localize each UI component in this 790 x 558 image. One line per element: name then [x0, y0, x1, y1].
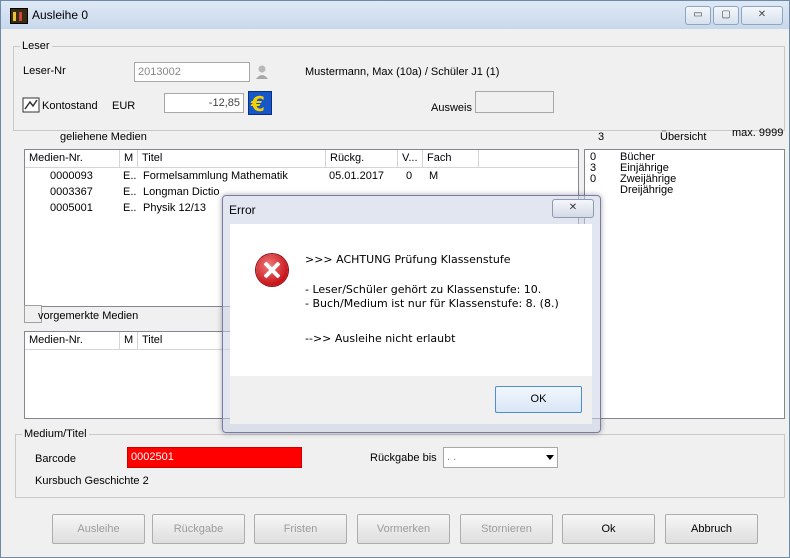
maximize-button[interactable]: ▢ — [713, 6, 739, 25]
ok-button[interactable]: Ok — [562, 514, 655, 544]
uebersicht-list[interactable]: 0 Bücher 3 Einjährige 0 Zweijährige Dreijäh… — [584, 149, 785, 419]
col-m[interactable]: M — [120, 150, 138, 167]
vorgemerkte-medien-label: vorgemerkte Medien — [38, 310, 139, 322]
window-title: Ausleihe 0 — [32, 8, 89, 22]
rueckgabe-bis-label: Rückgabe bis — [370, 452, 437, 464]
dialog-ok-button[interactable]: OK — [495, 386, 582, 413]
vormerken-button[interactable]: Vormerken — [357, 514, 450, 544]
dialog-close-button[interactable]: ✕ — [552, 199, 594, 218]
balance-field: -12,85 — [164, 93, 244, 113]
stornieren-button[interactable]: Stornieren — [460, 514, 553, 544]
row-m: E.. — [123, 170, 137, 182]
col-m[interactable]: M — [120, 332, 138, 349]
row-nr: 0000093 — [50, 170, 93, 182]
col-medien-nr[interactable]: Medien-Nr. — [25, 332, 120, 349]
ausleihe-button[interactable]: Ausleihe — [52, 514, 145, 544]
col-v[interactable]: V... — [398, 150, 423, 167]
rueckgabe-button[interactable]: Rückgabe — [152, 514, 245, 544]
leser-nr-label: Leser-Nr — [23, 65, 66, 77]
chevron-down-icon — [546, 451, 554, 465]
svg-text:€: € — [250, 92, 265, 114]
euro-icon[interactable]: € — [248, 91, 272, 116]
max-label: max. 9999 — [732, 127, 784, 139]
error-line-2: - Leser/Schüler gehört zu Klassenstufe: … — [305, 283, 542, 296]
count: 0 — [590, 173, 597, 185]
error-line-3: - Buch/Medium ist nur für Klassenstufe: … — [305, 297, 559, 310]
label: Dreijährige — [620, 184, 674, 196]
fristen-button[interactable]: Fristen — [254, 514, 347, 544]
error-dialog-footer: OK — [230, 376, 592, 424]
kontostand-icon[interactable] — [22, 97, 40, 113]
uebersicht-label: Übersicht — [660, 131, 707, 143]
title-bar[interactable]: Ausleihe 0 ▭ ▢ ✕ — [1, 1, 789, 29]
barcode-field[interactable]: 0002501 — [127, 447, 302, 468]
abbruch-button[interactable]: Abbruch — [665, 514, 758, 544]
rueckgabe-bis-value: . . — [447, 451, 457, 463]
row-nr: 0003367 — [50, 186, 93, 198]
ausweis-field[interactable] — [475, 91, 554, 113]
barcode-label: Barcode — [35, 453, 76, 465]
minimize-button[interactable]: ▭ — [685, 6, 711, 25]
person-search-icon[interactable] — [254, 64, 270, 80]
row-v: 0 — [406, 170, 413, 182]
error-line-1: >>> ACHTUNG Prüfung Klassenstufe — [305, 253, 511, 266]
row-fach: M — [429, 170, 439, 182]
geliehene-header: Medien-Nr. M Titel Rückg. V... Fach — [25, 150, 578, 168]
medium-group-label: Medium/Titel — [22, 428, 89, 440]
ausweis-label: Ausweis — [431, 102, 472, 114]
leser-group-label: Leser — [20, 40, 52, 52]
col-titel[interactable]: Titel — [138, 150, 326, 167]
col-rueckg[interactable]: Rückg. — [326, 150, 398, 167]
col-fach[interactable]: Fach — [423, 150, 479, 167]
medium-titel: Kursbuch Geschichte 2 — [35, 475, 149, 487]
row-rueckg: 05.01.2017 — [329, 170, 385, 182]
error-line-4: -->> Ausleihe nicht erlaubt — [305, 332, 456, 345]
kontostand-label: Kontostand — [42, 100, 98, 112]
geliehene-medien-label: geliehene Medien — [60, 131, 147, 143]
row-m: E.. — [123, 186, 137, 198]
leser-group: Leser — [13, 40, 785, 131]
rueckgabe-bis-select[interactable]: . . — [443, 447, 558, 468]
error-icon — [256, 254, 288, 286]
currency-label: EUR — [112, 100, 136, 112]
main-window: Ausleihe 0 ▭ ▢ ✕ Leser Leser-Nr 2013002 … — [0, 0, 790, 558]
row-m: E.. — [123, 202, 137, 214]
row-titel: Formelsammlung Mathematik — [143, 170, 288, 182]
row-nr: 0005001 — [50, 202, 93, 214]
error-dialog-title: Error — [229, 203, 256, 217]
col-medien-nr[interactable]: Medien-Nr. — [25, 150, 120, 167]
medien-count: 3 — [598, 131, 605, 143]
error-dialog: Error ✕ >>> ACHTUNG Prüfung Klassenstufe… — [222, 195, 601, 433]
leser-name: Mustermann, Max (10a) / Schüler J1 (1) — [305, 66, 500, 78]
app-icon — [10, 8, 28, 24]
leser-nr-field[interactable]: 2013002 — [134, 62, 250, 82]
error-dialog-body: >>> ACHTUNG Prüfung Klassenstufe - Leser… — [230, 224, 592, 376]
close-button[interactable]: ✕ — [741, 6, 783, 25]
